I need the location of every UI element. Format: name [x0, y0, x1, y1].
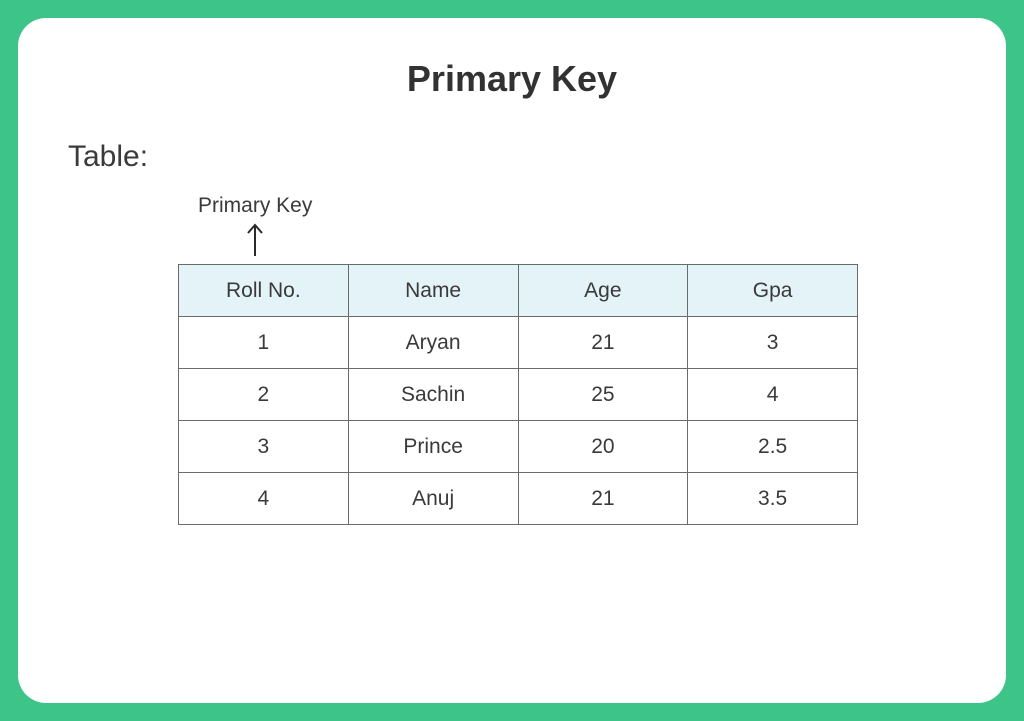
cell-age: 25 [518, 369, 688, 421]
primary-key-annotation: Primary Key [198, 194, 312, 258]
table-header-row: Roll No. Name Age Gpa [179, 265, 858, 317]
cell-gpa: 3 [688, 317, 858, 369]
diagram: Primary Key Roll No. Name Age Gpa 1 [68, 194, 956, 525]
data-table: Roll No. Name Age Gpa 1 Aryan 21 3 2 Sac… [178, 264, 858, 525]
cell-name: Sachin [348, 369, 518, 421]
col-header-name: Name [348, 265, 518, 317]
cell-roll: 3 [179, 421, 349, 473]
cell-age: 21 [518, 473, 688, 525]
cell-roll: 2 [179, 369, 349, 421]
cell-name: Aryan [348, 317, 518, 369]
cell-gpa: 4 [688, 369, 858, 421]
table-row: 4 Anuj 21 3.5 [179, 473, 858, 525]
table-row: 1 Aryan 21 3 [179, 317, 858, 369]
arrow-up-icon [198, 222, 312, 258]
col-header-age: Age [518, 265, 688, 317]
cell-roll: 1 [179, 317, 349, 369]
cell-name: Anuj [348, 473, 518, 525]
page-title: Primary Key [68, 58, 956, 100]
table-row: 2 Sachin 25 4 [179, 369, 858, 421]
card: Primary Key Table: Primary Key Roll No. … [18, 18, 1006, 703]
cell-name: Prince [348, 421, 518, 473]
cell-gpa: 3.5 [688, 473, 858, 525]
table-row: 3 Prince 20 2.5 [179, 421, 858, 473]
cell-age: 21 [518, 317, 688, 369]
cell-gpa: 2.5 [688, 421, 858, 473]
section-label: Table: [68, 140, 956, 174]
col-header-roll: Roll No. [179, 265, 349, 317]
cell-roll: 4 [179, 473, 349, 525]
col-header-gpa: Gpa [688, 265, 858, 317]
cell-age: 20 [518, 421, 688, 473]
annotation-label: Primary Key [198, 194, 312, 218]
